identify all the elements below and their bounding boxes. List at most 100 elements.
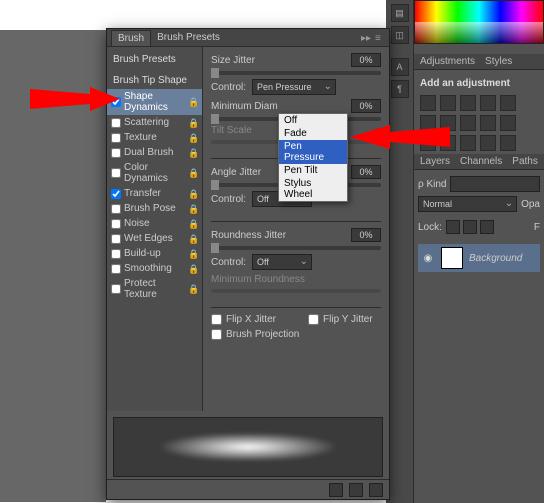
item-transfer[interactable]: Transfer🔒	[107, 186, 202, 201]
dropdown-option-pen-tilt[interactable]: Pen Tilt	[279, 164, 347, 177]
tab-brush-presets[interactable]: Brush Presets	[151, 30, 226, 45]
chk-brush-pose[interactable]	[111, 204, 121, 214]
lock-icon[interactable]: 🔒	[188, 219, 198, 229]
item-build-up[interactable]: Build-up🔒	[107, 246, 202, 261]
flip-x-jitter-checkbox[interactable]: Flip X Jitter	[211, 314, 276, 325]
adj-channel-mixer-icon[interactable]	[480, 115, 496, 131]
adj-curves-icon[interactable]	[460, 95, 476, 111]
lock-icon[interactable]: 🔒	[188, 264, 198, 274]
size-jitter-value[interactable]: 0%	[351, 53, 381, 67]
paragraph-icon[interactable]: ¶	[391, 80, 409, 98]
item-noise[interactable]: Noise🔒	[107, 216, 202, 231]
adj-levels-icon[interactable]	[440, 95, 456, 111]
adj-gradient-map-icon[interactable]	[480, 135, 496, 151]
brush-tip-shape-header[interactable]: Brush Tip Shape	[107, 72, 202, 89]
navigator-icon[interactable]: ◫	[391, 26, 409, 44]
chk-smoothing[interactable]	[111, 264, 121, 274]
dropdown-option-fade[interactable]: Fade	[279, 127, 347, 140]
panel-collapse-icon[interactable]: ▸▸	[361, 33, 371, 43]
panel-menu-icon[interactable]: ≡	[375, 33, 385, 43]
brush-projection-checkbox[interactable]: Brush Projection	[211, 329, 299, 340]
lock-icon[interactable]: 🔒	[188, 97, 198, 107]
tab-channels[interactable]: Channels	[460, 156, 502, 167]
lock-icon[interactable]: 🔒	[188, 284, 198, 294]
lock-icon[interactable]: 🔒	[188, 118, 198, 128]
character-icon[interactable]: A	[391, 58, 409, 76]
item-texture[interactable]: Texture🔒	[107, 130, 202, 145]
adj-threshold-icon[interactable]	[460, 135, 476, 151]
item-color-dynamics[interactable]: Color Dynamics🔒	[107, 160, 202, 186]
adj-exposure-icon[interactable]	[480, 95, 496, 111]
item-smoothing[interactable]: Smoothing🔒	[107, 261, 202, 276]
chk-transfer[interactable]	[111, 189, 121, 199]
control-label: Control:	[211, 82, 246, 93]
chk-wet-edges[interactable]	[111, 234, 121, 244]
tab-paths[interactable]: Paths	[512, 156, 538, 167]
blend-mode-select[interactable]: Normal	[418, 196, 517, 212]
layer-name: Background	[469, 253, 522, 264]
dropdown-option-stylus-wheel[interactable]: Stylus Wheel	[279, 177, 347, 201]
item-dual-brush[interactable]: Dual Brush🔒	[107, 145, 202, 160]
item-scattering[interactable]: Scattering🔒	[107, 115, 202, 130]
chk-dual-brush[interactable]	[111, 148, 121, 158]
new-preset-icon[interactable]	[349, 483, 363, 497]
angle-jitter-value[interactable]: 0%	[351, 165, 381, 179]
lock-position-icon[interactable]	[463, 220, 477, 234]
size-control-select[interactable]: Pen Pressure	[252, 79, 336, 95]
min-diam-value[interactable]: 0%	[351, 99, 381, 113]
brush-stroke-preview	[113, 417, 383, 477]
dropdown-option-pen-pressure[interactable]: Pen Pressure	[279, 140, 347, 164]
dropdown-option-off[interactable]: Off	[279, 114, 347, 127]
lock-icon[interactable]: 🔒	[188, 148, 198, 158]
round-jitter-value[interactable]: 0%	[351, 228, 381, 242]
chk-scattering[interactable]	[111, 118, 121, 128]
brush-panel: Brush Brush Presets ▸▸ ≡ Brush Presets Br…	[106, 28, 390, 500]
lock-all-icon[interactable]	[480, 220, 494, 234]
lock-icon[interactable]: 🔒	[188, 133, 198, 143]
tab-adjustments[interactable]: Adjustments	[420, 56, 475, 67]
trash-icon[interactable]	[369, 483, 383, 497]
item-protect-texture[interactable]: Protect Texture🔒	[107, 276, 202, 302]
item-wet-edges[interactable]: Wet Edges🔒	[107, 231, 202, 246]
lock-pixels-icon[interactable]	[446, 220, 460, 234]
tab-brush[interactable]: Brush	[111, 30, 151, 46]
visibility-eye-icon[interactable]: ◉	[421, 253, 435, 264]
tilt-scale-label: Tilt Scale	[211, 125, 252, 136]
item-shape-dynamics[interactable]: Shape Dynamics🔒	[107, 89, 202, 115]
item-brush-pose[interactable]: Brush Pose🔒	[107, 201, 202, 216]
tab-styles[interactable]: Styles	[485, 56, 512, 67]
flip-y-jitter-checkbox[interactable]: Flip Y Jitter	[308, 314, 373, 325]
round-jitter-label: Roundness Jitter	[211, 230, 286, 241]
layers-panel-header: Layers Channels Paths	[414, 154, 544, 170]
adj-photo-filter-icon[interactable]	[460, 115, 476, 131]
lock-icon[interactable]: 🔒	[188, 204, 198, 214]
round-jitter-slider[interactable]	[211, 246, 381, 250]
adj-selective-color-icon[interactable]	[500, 135, 516, 151]
brush-presets-header[interactable]: Brush Presets	[107, 51, 202, 68]
annotation-arrow-left	[30, 84, 120, 114]
lock-icon[interactable]: 🔒	[188, 234, 198, 244]
chk-protect-texture[interactable]	[111, 284, 121, 294]
lock-icon[interactable]: 🔒	[188, 168, 198, 178]
chk-noise[interactable]	[111, 219, 121, 229]
round-control-select[interactable]: Off	[252, 254, 312, 270]
control-dropdown[interactable]: Off Fade Pen Pressure Pen Tilt Stylus Wh…	[278, 113, 348, 202]
layers-panel-body: ρ Kind Normal Opa Lock: F ◉ Background	[414, 172, 544, 276]
chk-build-up[interactable]	[111, 249, 121, 259]
chk-texture[interactable]	[111, 133, 121, 143]
adj-brightness-icon[interactable]	[420, 95, 436, 111]
toggle-preview-icon[interactable]	[329, 483, 343, 497]
min-diam-label: Minimum Diam	[211, 101, 278, 112]
histogram-icon[interactable]: ▤	[391, 4, 409, 22]
lock-icon[interactable]: 🔒	[188, 189, 198, 199]
lock-icon[interactable]: 🔒	[188, 249, 198, 259]
layer-thumbnail[interactable]	[441, 247, 463, 269]
color-spectrum[interactable]	[414, 0, 544, 44]
tab-layers[interactable]: Layers	[420, 156, 450, 167]
size-jitter-slider[interactable]	[211, 71, 381, 75]
layers-filter-select[interactable]	[450, 176, 540, 192]
layer-row-background[interactable]: ◉ Background	[418, 244, 540, 272]
chk-color-dynamics[interactable]	[111, 168, 121, 178]
adj-vibrance-icon[interactable]	[500, 95, 516, 111]
adj-color-lookup-icon[interactable]	[500, 115, 516, 131]
